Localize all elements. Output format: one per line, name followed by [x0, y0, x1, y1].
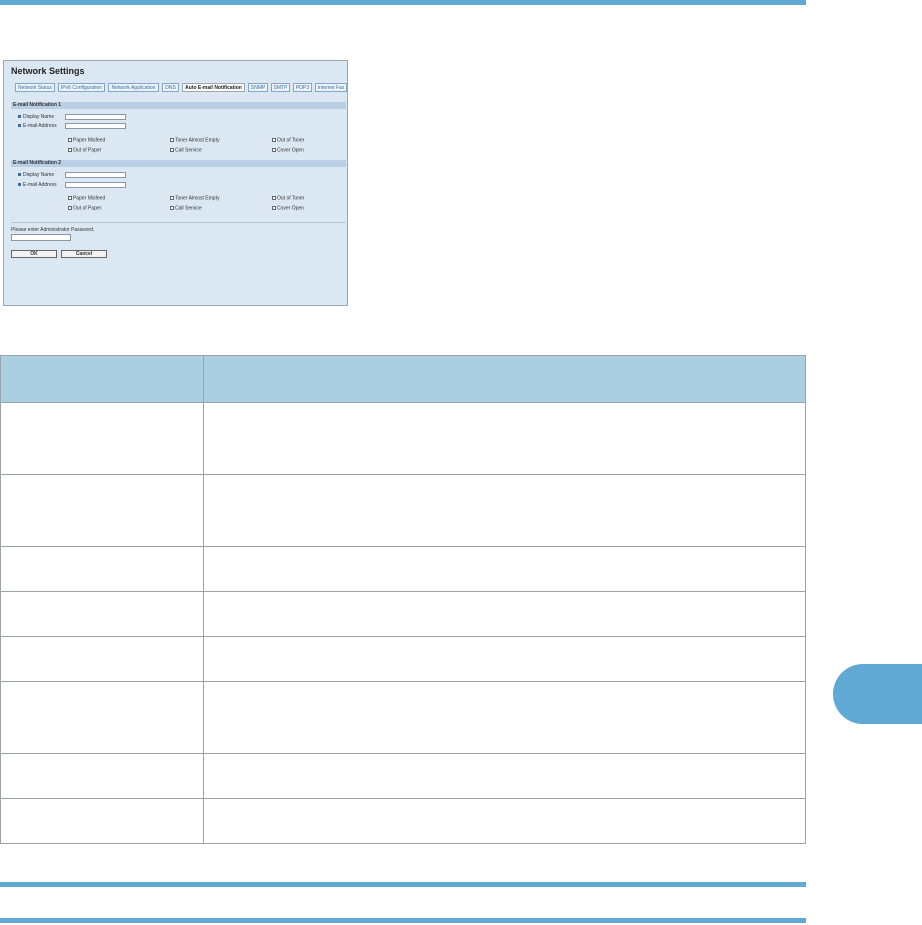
table-row	[0, 753, 806, 799]
checkbox-out-of-paper-1[interactable]: Out of Paper	[68, 148, 101, 153]
table-cell	[0, 546, 204, 592]
checkbox-out-of-paper-2[interactable]: Out of Paper	[68, 206, 101, 211]
table-row	[0, 798, 806, 844]
table-cell	[203, 681, 806, 754]
table-header-cell	[203, 355, 806, 403]
chapter-thumb-tab	[833, 664, 922, 724]
tab-ipv6-configuration[interactable]: IPv6 Configuration	[58, 83, 105, 92]
table-cell	[0, 402, 204, 475]
checkbox-call-service-1[interactable]: Call Service	[170, 148, 202, 153]
email-address-field-1[interactable]	[65, 123, 126, 129]
divider	[11, 222, 346, 223]
bottom-rule	[0, 918, 806, 923]
checkbox-cover-open-1[interactable]: Cover Open	[272, 148, 304, 153]
checkbox-toner-almost-empty-1[interactable]: Toner Almost Empty	[170, 138, 219, 143]
table-row	[0, 402, 806, 475]
top-rule	[0, 0, 806, 5]
display-name-label: Display Name	[18, 172, 54, 178]
table-cell	[203, 546, 806, 592]
table-cell	[203, 753, 806, 799]
section-heading-email-notification-1: E-mail Notification 1	[11, 102, 346, 109]
table-cell	[0, 798, 204, 844]
tab-dns[interactable]: DNS	[162, 83, 179, 92]
table-row	[0, 591, 806, 637]
table-cell	[0, 636, 204, 682]
tab-network-application[interactable]: Network Application	[108, 83, 159, 92]
tab-snmp[interactable]: SNMP	[248, 83, 268, 92]
table-row	[0, 546, 806, 592]
table-cell	[203, 591, 806, 637]
ok-button[interactable]: OK	[11, 250, 57, 258]
table-row	[0, 636, 806, 682]
bottom-rule	[0, 882, 806, 887]
settings-description-table	[0, 355, 806, 844]
section-heading-email-notification-2: E-mail Notification 2	[11, 160, 346, 167]
table-cell	[203, 474, 806, 547]
page-title: Network Settings	[11, 66, 85, 76]
display-name-field-2[interactable]	[65, 172, 126, 178]
checkbox-paper-misfeed-2[interactable]: Paper Misfeed	[68, 196, 105, 201]
admin-password-field[interactable]	[11, 234, 71, 241]
checkbox-toner-almost-empty-2[interactable]: Toner Almost Empty	[170, 196, 219, 201]
table-cell	[203, 798, 806, 844]
email-address-label: E-mail Address	[18, 123, 57, 129]
checkbox-out-of-toner-2[interactable]: Out of Toner	[272, 196, 304, 201]
display-name-label: Display Name	[18, 114, 54, 120]
tab-auto-email-notification[interactable]: Auto E-mail Notification	[182, 83, 245, 92]
email-address-field-2[interactable]	[65, 182, 126, 188]
tab-network-status[interactable]: Network Status	[15, 83, 55, 92]
email-address-label: E-mail Address	[18, 182, 57, 188]
table-header-row	[0, 355, 806, 403]
cancel-button[interactable]: Cancel	[61, 250, 107, 258]
checkbox-out-of-toner-1[interactable]: Out of Toner	[272, 138, 304, 143]
table-row	[0, 681, 806, 754]
checkbox-paper-misfeed-1[interactable]: Paper Misfeed	[68, 138, 105, 143]
table-cell	[203, 636, 806, 682]
table-cell	[203, 402, 806, 475]
tab-smtp[interactable]: SMTP	[271, 83, 290, 92]
display-name-field-1[interactable]	[65, 114, 126, 120]
checkbox-call-service-2[interactable]: Call Service	[170, 206, 202, 211]
table-cell	[0, 591, 204, 637]
table-cell	[0, 753, 204, 799]
checkbox-cover-open-2[interactable]: Cover Open	[272, 206, 304, 211]
table-cell	[0, 474, 204, 547]
password-label: Please enter Administrator Password.	[11, 227, 95, 233]
tab-internet-fax[interactable]: Internet Fax	[315, 83, 347, 92]
table-header-cell	[0, 355, 204, 403]
network-settings-screenshot: Network Settings Network Status IPv6 Con…	[3, 60, 348, 306]
table-row	[0, 474, 806, 547]
table-cell	[0, 681, 204, 754]
tab-pop3[interactable]: POP3	[293, 83, 312, 92]
